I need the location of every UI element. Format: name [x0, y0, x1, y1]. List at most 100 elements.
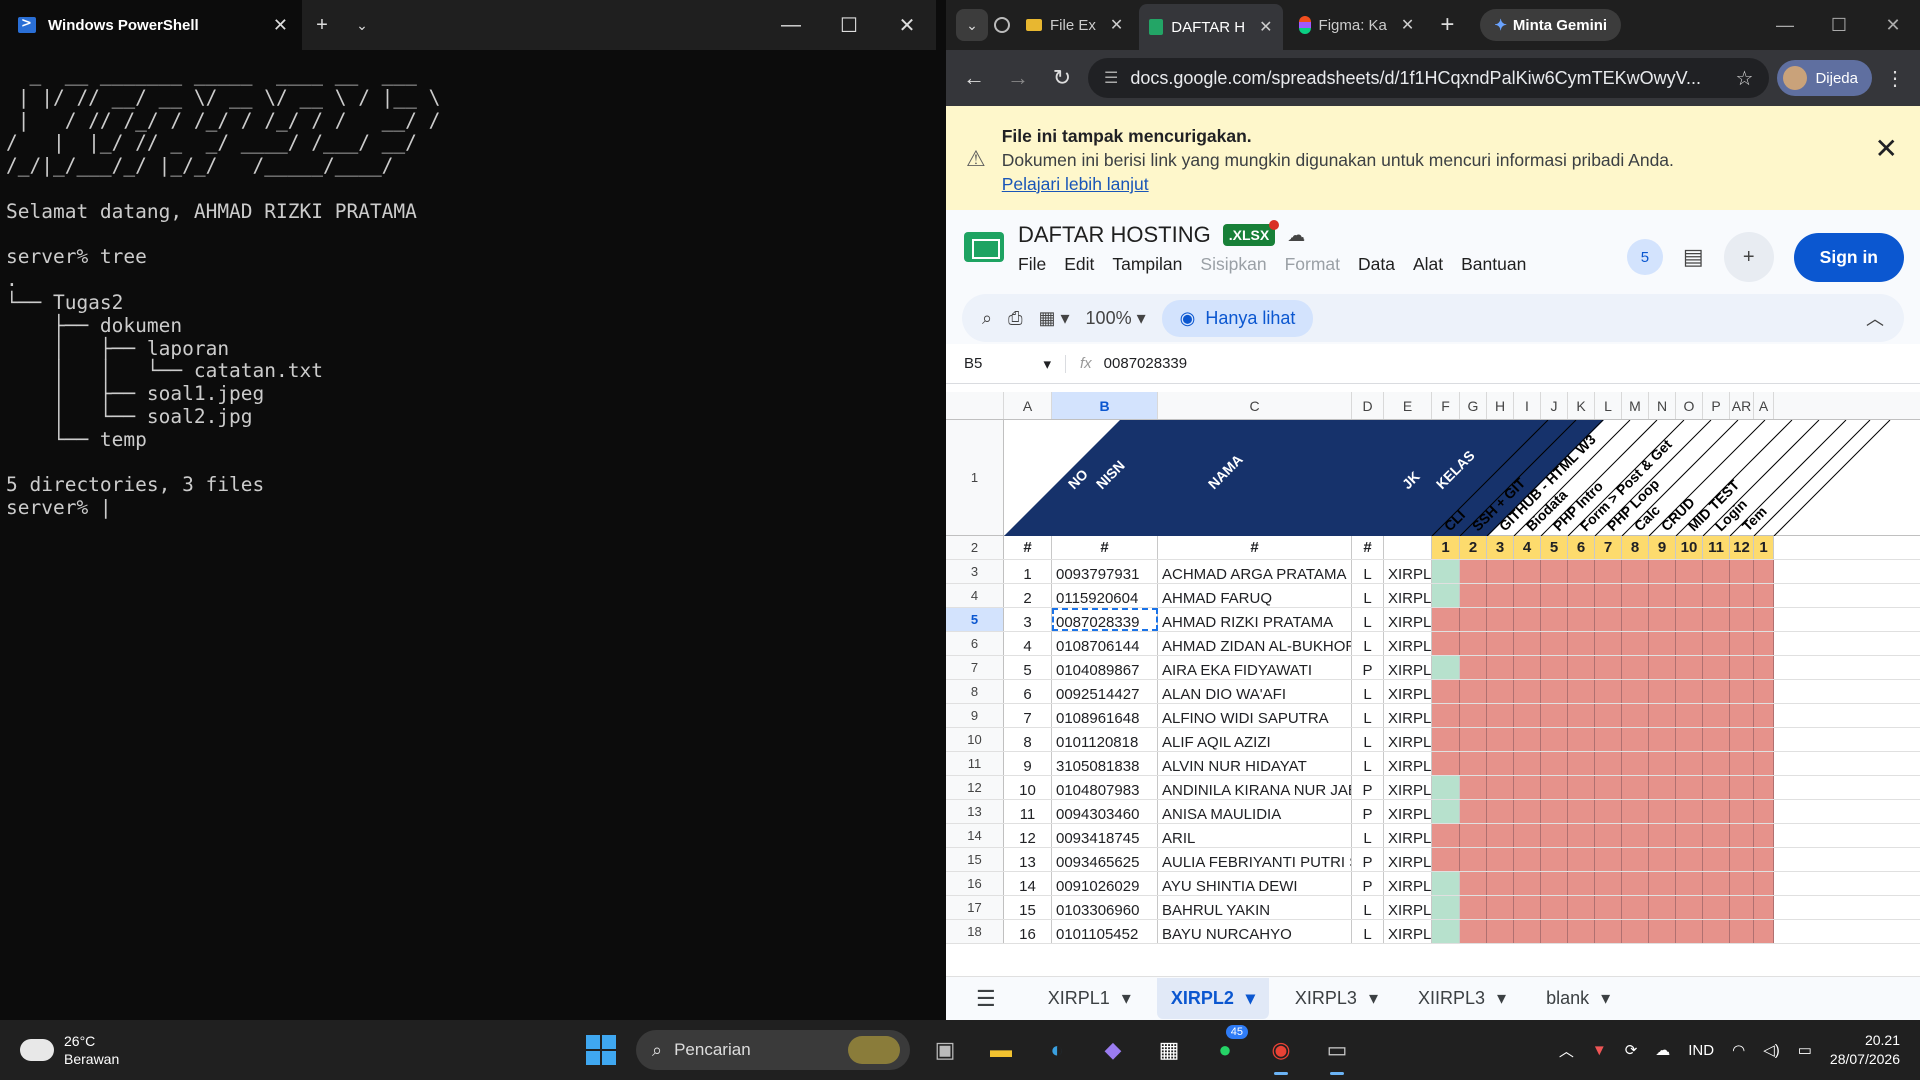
score-cell[interactable] — [1676, 800, 1703, 823]
score-cell[interactable] — [1487, 848, 1514, 871]
task-number-cell[interactable]: 9 — [1649, 536, 1676, 559]
reload-button[interactable]: ↻ — [1044, 65, 1080, 91]
store-icon[interactable]: ▦ — [1148, 1029, 1190, 1071]
close-button[interactable]: ✕ — [1866, 0, 1920, 50]
sheets-logo-icon[interactable] — [964, 232, 1004, 262]
score-cell[interactable] — [1595, 656, 1622, 679]
score-cell[interactable] — [1487, 680, 1514, 703]
score-cell[interactable] — [1622, 872, 1649, 895]
score-cell[interactable] — [1703, 632, 1730, 655]
cell-jk[interactable]: L — [1352, 728, 1384, 751]
score-cell[interactable] — [1541, 752, 1568, 775]
cell-no[interactable]: 5 — [1004, 656, 1052, 679]
doc-title[interactable]: DAFTAR HOSTING — [1018, 222, 1211, 248]
score-cell[interactable] — [1754, 896, 1774, 919]
score-cell[interactable] — [1595, 896, 1622, 919]
score-cell[interactable] — [1568, 656, 1595, 679]
cell-nama[interactable]: AHMAD RIZKI PRATAMA — [1158, 608, 1352, 631]
score-cell[interactable] — [1568, 896, 1595, 919]
xlsx-badge[interactable]: .XLSX — [1222, 220, 1280, 246]
column-header[interactable]: B — [1052, 392, 1158, 419]
cell-no[interactable]: 13 — [1004, 848, 1052, 871]
score-cell[interactable] — [1676, 752, 1703, 775]
score-cell[interactable] — [1676, 848, 1703, 871]
score-cell[interactable] — [1460, 656, 1487, 679]
score-cell[interactable] — [1487, 560, 1514, 583]
score-cell[interactable] — [1487, 896, 1514, 919]
score-cell[interactable] — [1730, 752, 1754, 775]
cell-no[interactable]: 15 — [1004, 896, 1052, 919]
cell-jk[interactable]: L — [1352, 560, 1384, 583]
score-cell[interactable] — [1622, 608, 1649, 631]
print-icon[interactable]: ⎙ — [1008, 308, 1022, 329]
score-cell[interactable] — [1514, 896, 1541, 919]
score-cell[interactable] — [1595, 848, 1622, 871]
close-icon[interactable]: ✕ — [1110, 15, 1123, 35]
score-cell[interactable] — [1730, 632, 1754, 655]
score-cell[interactable] — [1595, 584, 1622, 607]
score-cell[interactable] — [1595, 560, 1622, 583]
score-cell[interactable] — [1514, 560, 1541, 583]
close-button[interactable]: ✕ — [878, 0, 936, 50]
menu-kebab-icon[interactable]: ⋮ — [1880, 66, 1910, 91]
score-cell[interactable] — [1754, 776, 1774, 799]
task-number-cell[interactable]: 11 — [1703, 536, 1730, 559]
row-number[interactable]: 10 — [946, 728, 1004, 751]
score-cell[interactable] — [1487, 704, 1514, 727]
score-cell[interactable] — [1568, 560, 1595, 583]
sheet-tab[interactable]: XIRPL2 ▾ — [1156, 978, 1269, 1019]
score-cell[interactable] — [1514, 800, 1541, 823]
column-header[interactable]: P — [1703, 392, 1730, 419]
score-cell[interactable] — [1622, 632, 1649, 655]
score-cell[interactable] — [1703, 872, 1730, 895]
cell-nama[interactable]: AHMAD FARUQ — [1158, 584, 1352, 607]
chevron-down-icon[interactable]: ⌄ — [342, 0, 382, 50]
row-number[interactable]: 17 — [946, 896, 1004, 919]
score-cell[interactable] — [1568, 608, 1595, 631]
score-cell[interactable] — [1649, 680, 1676, 703]
new-tab-button[interactable]: + — [302, 0, 342, 50]
cell-kelas[interactable]: XIRPL2 — [1384, 560, 1432, 583]
copilot-icon[interactable]: ◆ — [1092, 1029, 1134, 1071]
score-cell[interactable] — [1730, 584, 1754, 607]
score-cell[interactable] — [1649, 608, 1676, 631]
column-header[interactable]: G — [1460, 392, 1487, 419]
score-cell[interactable] — [1432, 776, 1460, 799]
score-cell[interactable] — [1487, 728, 1514, 751]
score-cell[interactable] — [1622, 896, 1649, 919]
tab-figma[interactable]: Figma: Ka ✕ — [1289, 5, 1425, 45]
score-cell[interactable] — [1568, 584, 1595, 607]
score-cell[interactable] — [1595, 872, 1622, 895]
cell-kelas[interactable]: XIRPL2 — [1384, 680, 1432, 703]
cell-no[interactable]: 7 — [1004, 704, 1052, 727]
chevron-down-icon[interactable]: ▾ — [1497, 988, 1506, 1009]
score-cell[interactable] — [1676, 872, 1703, 895]
score-cell[interactable] — [1676, 560, 1703, 583]
column-header[interactable]: D — [1352, 392, 1384, 419]
column-header[interactable]: I — [1514, 392, 1541, 419]
score-cell[interactable] — [1595, 800, 1622, 823]
score-cell[interactable] — [1676, 896, 1703, 919]
cell-jk[interactable]: L — [1352, 680, 1384, 703]
score-cell[interactable] — [1432, 704, 1460, 727]
score-cell[interactable] — [1730, 608, 1754, 631]
select-all-corner[interactable] — [946, 392, 1004, 419]
score-cell[interactable] — [1568, 704, 1595, 727]
edge-icon[interactable]: ◐ — [1036, 1029, 1078, 1071]
cell-nama[interactable]: BAYU NURCAHYO — [1158, 920, 1352, 943]
cell-kelas[interactable]: XIRPL2 — [1384, 920, 1432, 943]
row-number[interactable]: 1 — [946, 420, 1004, 535]
score-cell[interactable] — [1460, 560, 1487, 583]
menu-help[interactable]: Bantuan — [1461, 254, 1526, 275]
row-number[interactable]: 8 — [946, 680, 1004, 703]
score-cell[interactable] — [1754, 656, 1774, 679]
cell-jk[interactable]: L — [1352, 896, 1384, 919]
row-number[interactable]: 13 — [946, 800, 1004, 823]
cell-nisn[interactable]: 0103306960 — [1052, 896, 1158, 919]
chevron-down-icon[interactable]: ▾ — [1601, 988, 1610, 1009]
whatsapp-icon[interactable]: ● 45 — [1204, 1025, 1248, 1071]
score-cell[interactable] — [1754, 632, 1774, 655]
score-cell[interactable] — [1432, 632, 1460, 655]
chevron-up-icon[interactable]: ︿ — [1559, 1040, 1574, 1061]
score-cell[interactable] — [1568, 920, 1595, 943]
